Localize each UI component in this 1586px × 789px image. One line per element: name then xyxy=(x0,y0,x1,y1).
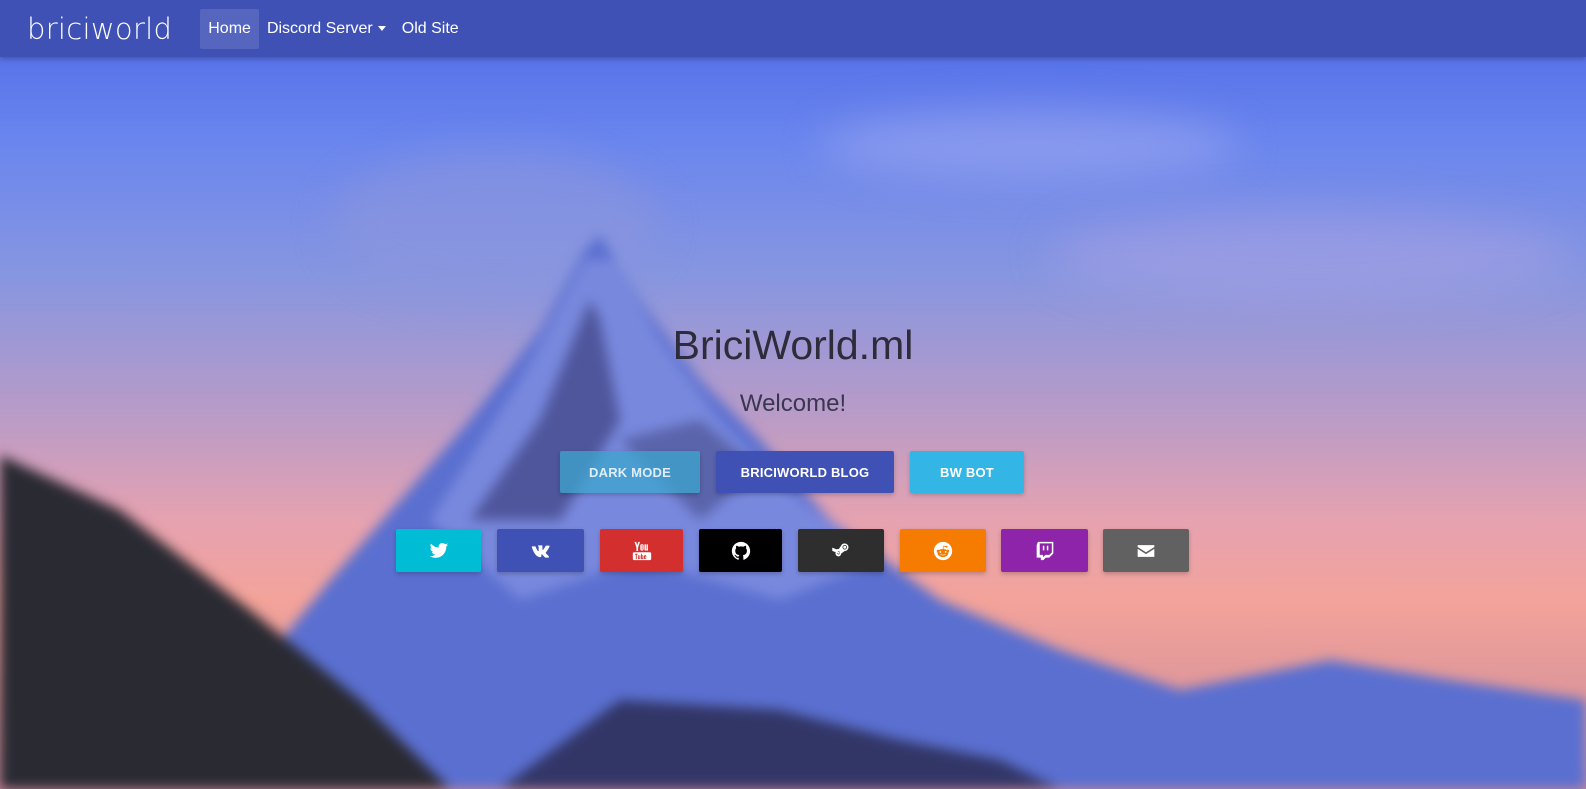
chevron-down-icon xyxy=(377,26,386,31)
nav-discord-label: Discord Server xyxy=(266,19,373,37)
youtube-button[interactable] xyxy=(600,529,683,572)
briciworld-blog-button[interactable]: BRICIWORLD BLOG xyxy=(716,451,894,493)
bw-bot-button[interactable]: BW BOT xyxy=(910,451,1024,493)
nav-home-label: Home xyxy=(208,19,251,37)
github-icon xyxy=(731,541,750,560)
email-button[interactable] xyxy=(1103,529,1189,572)
top-navbar: briciworld Home Discord Server Old Site xyxy=(0,0,1586,57)
github-button[interactable] xyxy=(699,529,782,572)
steam-icon xyxy=(832,542,849,556)
vk-button[interactable] xyxy=(497,529,584,572)
steam-button[interactable] xyxy=(798,529,884,572)
welcome-subtitle: Welcome! xyxy=(739,390,847,417)
dark-mode-button[interactable]: DARK MODE xyxy=(560,451,700,493)
twitter-button[interactable] xyxy=(396,529,481,572)
nav-home[interactable]: Home xyxy=(200,8,259,49)
vk-icon xyxy=(531,544,550,558)
reddit-icon xyxy=(933,541,953,560)
brand-logo[interactable]: briciworld xyxy=(27,12,172,46)
twitter-icon xyxy=(429,542,448,558)
youtube-icon xyxy=(632,541,651,560)
reddit-button[interactable] xyxy=(900,529,986,572)
email-icon xyxy=(1137,544,1155,557)
nav-discord-server-dropdown[interactable]: Discord Server xyxy=(259,9,394,49)
hero-section: BriciWorld.ml Welcome! DARK MODE BRICIWO… xyxy=(0,0,1586,789)
twitch-button[interactable] xyxy=(1001,529,1088,572)
twitch-icon xyxy=(1036,541,1053,560)
nav-old-site[interactable]: Old Site xyxy=(394,9,467,49)
nav-old-site-label: Old Site xyxy=(401,19,459,37)
page-title: BriciWorld.ml xyxy=(672,322,914,368)
